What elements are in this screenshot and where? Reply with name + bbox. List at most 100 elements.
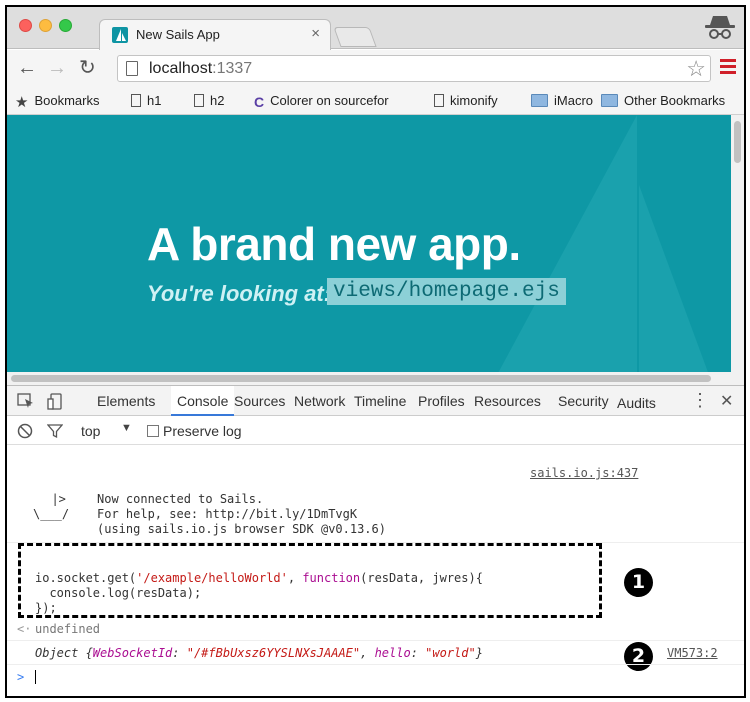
code-line: }); bbox=[35, 601, 57, 615]
code-token: , bbox=[360, 646, 375, 660]
vertical-scrollbar[interactable] bbox=[731, 115, 744, 385]
source-link[interactable]: sails.io.js:437 bbox=[530, 466, 638, 480]
forward-arrow-icon[interactable]: → bbox=[47, 57, 67, 79]
device-mode-icon[interactable] bbox=[47, 393, 65, 414]
chrome-menu-icon[interactable] bbox=[720, 59, 736, 77]
log-message: Now connected to Sails. bbox=[97, 492, 264, 506]
browser-tab[interactable]: New Sails App × bbox=[99, 19, 331, 50]
bookmark-star-icon[interactable]: ☆ bbox=[686, 56, 706, 82]
code-token: io.socket.get( bbox=[35, 571, 137, 585]
sails-favicon-icon bbox=[112, 27, 128, 43]
context-selector[interactable]: top bbox=[81, 423, 100, 439]
page-subtitle: You're looking at: bbox=[147, 281, 332, 306]
close-devtools-icon[interactable]: ✕ bbox=[720, 391, 733, 411]
page-icon bbox=[434, 94, 444, 107]
url-host: localhost bbox=[149, 60, 213, 77]
callout-badge: 2 bbox=[624, 642, 653, 671]
code-token: } bbox=[475, 646, 483, 660]
new-tab-button[interactable] bbox=[333, 27, 377, 47]
folder-icon bbox=[601, 94, 618, 107]
other-bookmarks-folder[interactable]: Other Bookmarks bbox=[601, 93, 725, 108]
address-bar[interactable]: localhost:1337 ☆ bbox=[117, 55, 711, 82]
horizontal-scrollbar[interactable] bbox=[7, 372, 731, 385]
log-object[interactable]: Object {WebSocketId: "/#fBbUxsz6YYSLNXsJ… bbox=[35, 646, 483, 660]
boat-ascii-line: |> bbox=[37, 492, 66, 506]
page-title: A brand new app. bbox=[147, 218, 521, 270]
back-arrow-icon[interactable]: ← bbox=[17, 57, 37, 79]
bookmark-label: kimonify bbox=[450, 93, 498, 108]
object-key: hello bbox=[374, 646, 411, 660]
close-window-button[interactable] bbox=[19, 19, 32, 32]
bookmark-label: iMacro bbox=[554, 93, 594, 108]
inspect-element-icon[interactable] bbox=[17, 393, 35, 412]
bookmarks-bar: ★ Bookmarks h1 h2 C Colorer on sourcefor k… bbox=[7, 88, 744, 115]
code-keyword: function bbox=[302, 571, 361, 585]
code-token: : bbox=[410, 646, 426, 660]
console-output[interactable]: sails.io.js:437 |> \___/ Now connected t… bbox=[7, 446, 744, 696]
page-info-icon[interactable] bbox=[126, 61, 138, 76]
page-viewport: A brand new app. You're looking at: view… bbox=[7, 115, 744, 385]
chevron-down-icon[interactable]: ▼ bbox=[121, 422, 132, 434]
devtools-panel: Elements Console Sources Network Timelin… bbox=[7, 385, 744, 696]
tab-profiles[interactable]: Profiles bbox=[418, 393, 465, 409]
preserve-log-checkbox[interactable]: Preserve log bbox=[147, 423, 242, 439]
tab-network[interactable]: Network bbox=[294, 393, 345, 409]
browser-toolbar: ← → ↻ localhost:1337 ☆ bbox=[7, 50, 744, 88]
boat-ascii-line: \___/ bbox=[33, 507, 70, 521]
preserve-log-label: Preserve log bbox=[163, 423, 242, 439]
log-message: (using sails.io.js browser SDK @v0.13.6) bbox=[97, 522, 386, 536]
tab-timeline[interactable]: Timeline bbox=[354, 393, 406, 409]
bookmark-label: Bookmarks bbox=[34, 93, 100, 108]
bookmark-label: h1 bbox=[147, 93, 162, 108]
callout-badge: 1 bbox=[624, 568, 653, 597]
reload-icon[interactable]: ↻ bbox=[79, 57, 96, 79]
filter-icon[interactable] bbox=[46, 423, 64, 442]
minimize-window-button[interactable] bbox=[39, 19, 52, 32]
star-icon: ★ bbox=[15, 94, 29, 111]
bookmark-kimonify[interactable]: kimonify bbox=[434, 93, 498, 108]
url-text[interactable]: localhost:1337 bbox=[149, 60, 252, 78]
bookmark-label: Other Bookmarks bbox=[624, 93, 726, 108]
clear-console-icon[interactable] bbox=[17, 423, 33, 442]
code-line: io.socket.get('/example/helloWorld', fun… bbox=[35, 571, 483, 585]
more-options-icon[interactable]: ⋮ bbox=[691, 390, 709, 411]
bookmarks-button[interactable]: ★ Bookmarks bbox=[15, 93, 99, 111]
code-token: (resData, jwres){ bbox=[360, 571, 483, 585]
bookmark-imacro-folder[interactable]: iMacro bbox=[531, 93, 599, 108]
page-icon bbox=[194, 94, 204, 107]
source-link[interactable]: VM573:2 bbox=[667, 646, 718, 660]
object-value: "/#fBbUxsz6YYSLNXsJAAAE" bbox=[186, 646, 361, 660]
incognito-icon bbox=[702, 13, 738, 48]
code-token: : bbox=[172, 646, 187, 660]
tab-resources[interactable]: Resources bbox=[474, 393, 541, 409]
maximize-window-button[interactable] bbox=[59, 19, 72, 32]
tab-console[interactable]: Console bbox=[171, 386, 235, 416]
prompt-chevron-icon: > bbox=[17, 670, 25, 684]
tab-elements[interactable]: Elements bbox=[97, 393, 155, 409]
tab-sources[interactable]: Sources bbox=[234, 393, 285, 409]
colorer-icon: C bbox=[254, 94, 265, 110]
console-divider bbox=[7, 664, 744, 665]
bookmark-colorer[interactable]: C Colorer on sourcefor bbox=[254, 93, 424, 110]
code-string: '/example/helloWorld' bbox=[136, 571, 288, 585]
object-value: "world" bbox=[425, 646, 476, 660]
tab-security[interactable]: Security bbox=[558, 393, 609, 409]
bookmark-label: Colorer on sourcefor bbox=[270, 93, 389, 108]
title-bar: New Sails App × bbox=[7, 7, 744, 50]
scroll-thumb[interactable] bbox=[11, 375, 711, 382]
console-input[interactable] bbox=[35, 670, 36, 685]
browser-window: New Sails App × ← → ↻ localhost:1337 ☆ ★… bbox=[5, 5, 746, 698]
log-message: For help, see: http://bit.ly/1DmTvgK bbox=[97, 507, 358, 521]
scroll-thumb[interactable] bbox=[734, 121, 741, 163]
bookmark-h1[interactable]: h1 bbox=[131, 93, 161, 108]
code-token: , bbox=[287, 571, 303, 585]
url-port: :1337 bbox=[212, 60, 253, 77]
console-divider bbox=[7, 640, 744, 641]
sail-decoration bbox=[639, 185, 709, 375]
tab-close-icon[interactable]: × bbox=[311, 25, 320, 42]
result-value: undefined bbox=[35, 622, 101, 636]
tab-title: New Sails App bbox=[136, 27, 220, 42]
bookmark-h2[interactable]: h2 bbox=[194, 93, 224, 108]
tab-audits[interactable]: Audits bbox=[617, 395, 656, 411]
object-key: WebSocketId bbox=[92, 646, 173, 660]
